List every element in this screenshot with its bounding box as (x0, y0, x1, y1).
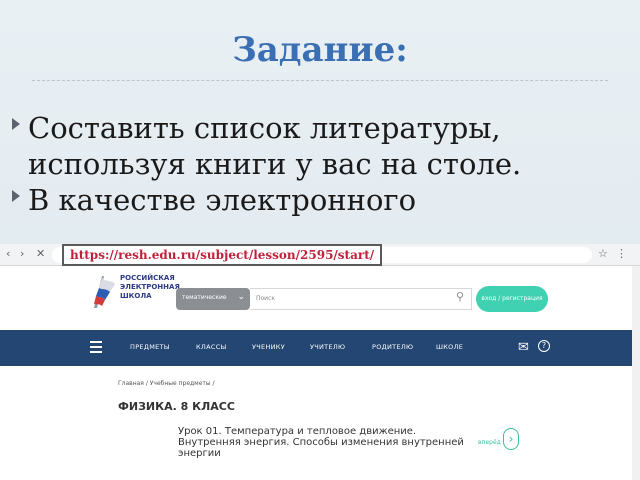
course-title: ФИЗИКА. 8 КЛАСС (118, 400, 235, 413)
scrollbar[interactable] (632, 266, 640, 480)
url-label: https://resh.edu.ru/subject/lesson/2595/… (62, 244, 383, 266)
logo-line: РОССИЙСКАЯ (120, 274, 175, 282)
browser-screenshot: ‹ › ✕ ☆ ⋮ РОССИЙСКАЯ ЭЛЕКТРОННАЯ ШКОЛА т… (0, 244, 640, 480)
bullet-list: Составить список литературы, используя к… (10, 110, 635, 218)
star-icon[interactable]: ☆ (598, 247, 608, 260)
bullet-text: Составить список литературы, используя к… (28, 111, 522, 181)
search-type-value: тематические (182, 294, 227, 301)
bullet-item: В качестве электронного (10, 182, 635, 218)
page-content: Главная / Учебные предметы / ФИЗИКА. 8 К… (0, 366, 640, 480)
nav-item-student[interactable]: УЧЕНИКУ (252, 343, 285, 351)
chevron-down-icon: ⌄ (237, 292, 245, 302)
nav-item-subjects[interactable]: ПРЕДМЕТЫ (130, 343, 170, 351)
search-type-select[interactable]: тематические ⌄ (176, 288, 250, 310)
close-icon[interactable]: ✕ (36, 247, 45, 260)
forward-icon[interactable]: › (20, 247, 24, 260)
mail-icon[interactable]: ✉ (518, 340, 529, 355)
bullet-arrow-icon (12, 118, 20, 130)
slide-title: Задание: (232, 30, 408, 70)
bullet-item: Составить список литературы, используя к… (10, 110, 635, 182)
title-divider (32, 80, 608, 81)
bullet-arrow-icon (12, 190, 20, 202)
more-icon[interactable]: ⋮ (616, 247, 627, 260)
help-icon[interactable]: ? (538, 340, 550, 352)
next-label[interactable]: вперёд (478, 439, 501, 446)
nav-item-classes[interactable]: КЛАССЫ (196, 343, 227, 351)
next-arrow-icon[interactable]: › (503, 428, 519, 450)
flag-logo-icon (94, 276, 115, 308)
search-input[interactable]: Поиск (250, 288, 472, 310)
site-navbar: ПРЕДМЕТЫ КЛАССЫ УЧЕНИКУ УЧИТЕЛЮ РОДИТЕЛЮ… (0, 330, 640, 366)
nav-item-school[interactable]: ШКОЛЕ (436, 343, 463, 351)
search-icon[interactable]: ⚲ (456, 290, 464, 303)
nav-item-parent[interactable]: РОДИТЕЛЮ (372, 343, 413, 351)
nav-item-teacher[interactable]: УЧИТЕЛЮ (310, 343, 345, 351)
breadcrumb[interactable]: Главная / Учебные предметы / (118, 380, 215, 387)
menu-icon[interactable] (90, 341, 102, 353)
back-icon[interactable]: ‹ (6, 247, 10, 260)
bullet-text: В качестве электронного (28, 183, 417, 217)
login-button[interactable]: вход / регистрация (476, 286, 548, 312)
lesson-title[interactable]: Урок 01. Температура и тепловое движение… (178, 426, 468, 459)
